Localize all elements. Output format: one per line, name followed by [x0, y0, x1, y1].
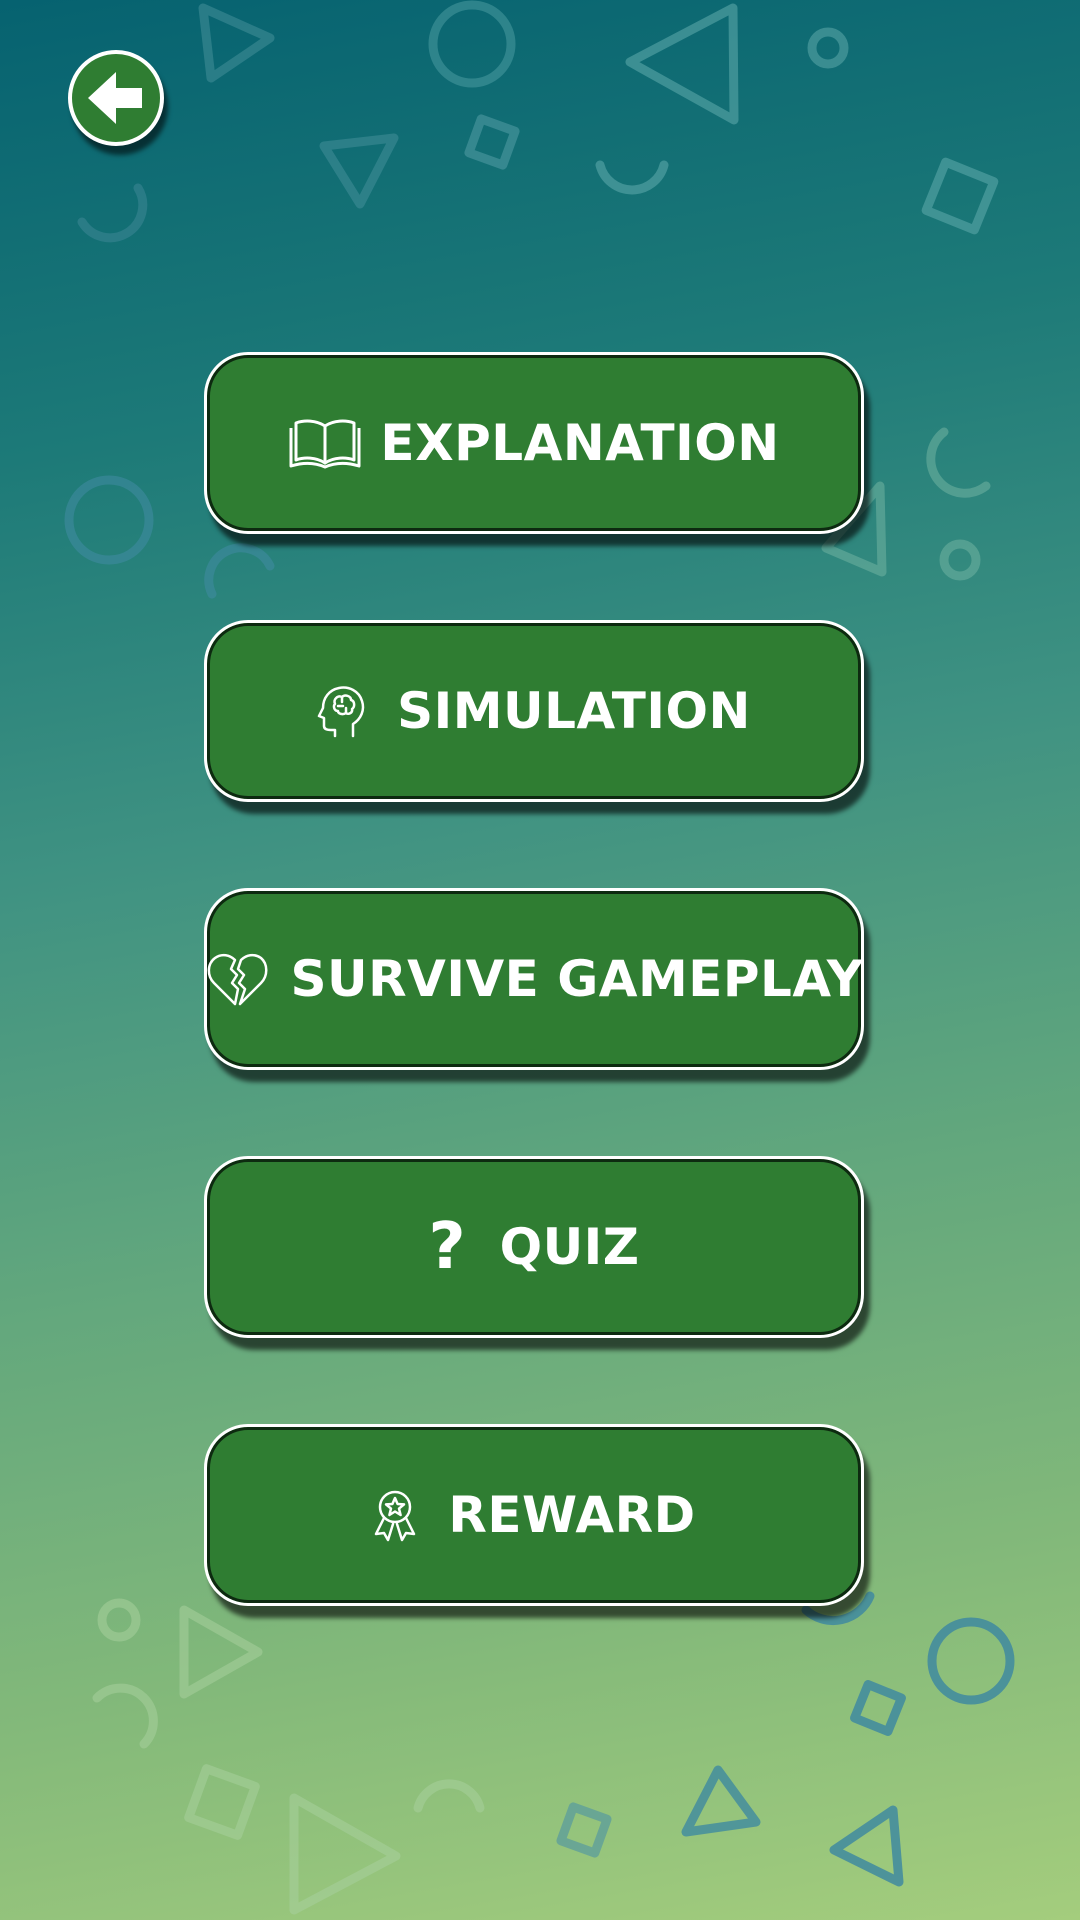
square-shape — [184, 1764, 260, 1840]
square-shape — [556, 1802, 612, 1858]
arc-shape — [77, 183, 148, 243]
circle-shape — [64, 475, 154, 565]
open-book-icon — [288, 416, 362, 470]
simulation-button[interactable]: SIMULATION — [204, 620, 864, 802]
circle-shape — [428, 0, 516, 88]
square-shape — [850, 1680, 906, 1736]
circle-shape — [939, 539, 981, 581]
arc-shape — [413, 1779, 485, 1813]
arc-shape — [595, 160, 669, 195]
circle-shape — [97, 1598, 141, 1642]
explanation-label: EXPLANATION — [380, 414, 780, 472]
broken-heart-icon — [205, 951, 271, 1007]
triangle-shape — [179, 1605, 263, 1699]
triangle-shape — [681, 1765, 761, 1837]
arc-shape — [926, 427, 991, 498]
arc-shape — [204, 543, 275, 599]
triangle-shape — [319, 133, 399, 209]
triangle-shape — [625, 3, 739, 125]
square-shape — [921, 157, 999, 235]
question-mark-icon: ? — [428, 1210, 466, 1284]
quiz-label: QUIZ — [499, 1218, 640, 1276]
triangle-shape — [198, 3, 275, 83]
award-ribbon-icon — [372, 1488, 418, 1542]
square-shape — [464, 114, 520, 170]
circle-shape — [927, 1617, 1015, 1705]
triangle-shape — [289, 1793, 401, 1915]
arc-shape — [92, 1683, 158, 1749]
quiz-button[interactable]: ? QUIZ — [204, 1156, 864, 1338]
reward-label: REWARD — [448, 1486, 696, 1544]
arrow-left-icon — [88, 72, 142, 124]
reward-button[interactable]: REWARD — [204, 1424, 864, 1606]
explanation-button[interactable]: EXPLANATION — [204, 352, 864, 534]
circle-shape — [807, 27, 849, 69]
back-button[interactable] — [68, 50, 164, 146]
triangle-shape — [829, 1805, 904, 1887]
simulation-label: SIMULATION — [397, 682, 751, 740]
survive-gameplay-button[interactable]: SURVIVE GAMEPLAY — [204, 888, 864, 1070]
brain-head-icon — [317, 684, 367, 738]
survive-gameplay-label: SURVIVE GAMEPLAY — [290, 950, 864, 1008]
